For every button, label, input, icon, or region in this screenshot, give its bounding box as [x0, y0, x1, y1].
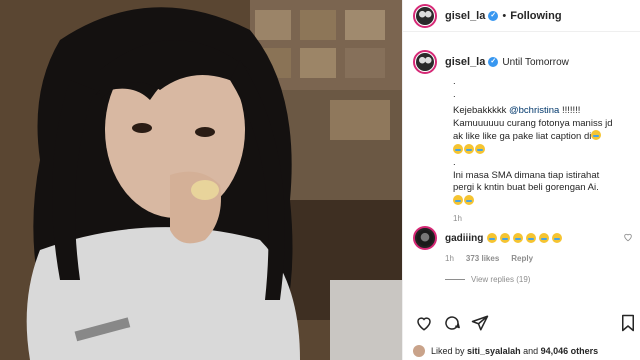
- crying-emoji-icon: [591, 130, 602, 140]
- comment: gadiiing 1h 373 likes Reply View replies…: [413, 226, 633, 284]
- post-header: gisel_la ✓ • Following: [403, 0, 640, 32]
- author-username[interactable]: gisel_la: [445, 10, 485, 22]
- avatar-image: [417, 230, 433, 246]
- caption: gisel_la ✓ Until Tomorrow . . Kejebakkkk…: [403, 48, 640, 223]
- share-icon[interactable]: [469, 312, 491, 334]
- caption-text: !!!!!!!: [561, 105, 581, 116]
- mention-link[interactable]: @bchristina: [509, 105, 559, 116]
- caption-line: .: [453, 157, 456, 168]
- header-separator: •: [502, 9, 507, 22]
- crying-emoji-icon: [539, 233, 550, 243]
- crying-emoji-icon: [552, 233, 563, 243]
- heart-icon[interactable]: [413, 312, 435, 334]
- likes-count[interactable]: 94,046 others: [541, 346, 599, 356]
- action-bar: [413, 312, 639, 334]
- caption-line: Ini masa SMA dimana tiap istirahat: [453, 169, 600, 181]
- verified-badge-icon: ✓: [488, 57, 499, 67]
- caption-text: ak like like ga pake liat caption di: [453, 131, 592, 142]
- crying-emoji-icon: [464, 143, 474, 154]
- liker-username[interactable]: siti_syalalah: [467, 346, 521, 356]
- crying-emoji-icon: [500, 233, 511, 243]
- comment-emojis: [487, 233, 563, 243]
- replies-divider: [445, 279, 465, 280]
- view-replies-label: View replies (19): [471, 275, 531, 284]
- crying-emoji-icon: [453, 143, 463, 154]
- post-sidebar: gisel_la ✓ • Following gisel_la ✓ Until …: [402, 0, 640, 360]
- verified-badge-icon: ✓: [488, 10, 499, 21]
- crying-emoji-icon: [526, 233, 537, 243]
- caption-title: Until Tomorrow: [502, 56, 569, 68]
- likes-prefix: Liked by: [431, 346, 465, 356]
- crying-emoji-icon: [513, 233, 524, 243]
- comment-icon[interactable]: [441, 312, 463, 334]
- commenter-username[interactable]: gadiiing: [445, 233, 483, 244]
- caption-username[interactable]: gisel_la: [445, 56, 485, 68]
- caption-line: Kejebakkkkk @bchristina !!!!!!!: [453, 105, 640, 118]
- crying-emoji-icon: [475, 143, 485, 154]
- caption-line: ak like like ga pake liat caption di: [453, 130, 640, 144]
- likes-summary: Liked by siti_syalalah and 94,046 others: [413, 345, 598, 357]
- caption-header: gisel_la ✓ Until Tomorrow: [413, 48, 640, 76]
- comment-like-heart-icon[interactable]: [623, 229, 633, 247]
- following-button[interactable]: Following: [510, 10, 561, 22]
- photo-illustration: [0, 0, 402, 360]
- crying-emoji-icon: [464, 194, 474, 205]
- caption-line: Kamuuuuuu curang fotonya maniss jd: [453, 117, 613, 129]
- comment-row: gadiiing: [413, 226, 633, 250]
- reply-button[interactable]: Reply: [511, 254, 533, 263]
- bookmark-icon[interactable]: [617, 312, 639, 334]
- comment-timestamp: 1h: [445, 254, 454, 263]
- caption-line: pergi k kntin buat beli gorengan Ai.: [453, 182, 599, 193]
- caption-emoji-line: [453, 194, 640, 209]
- commenter-avatar[interactable]: [413, 226, 437, 250]
- caption-text: Kejebakkkkk: [453, 105, 507, 116]
- instagram-post: gisel_la ✓ • Following gisel_la ✓ Until …: [0, 0, 640, 360]
- likes-middle: and: [523, 346, 539, 356]
- crying-emoji-icon: [453, 194, 463, 205]
- comment-meta: 1h 373 likes Reply: [445, 254, 633, 263]
- avatar-image: [416, 53, 434, 71]
- caption-avatar[interactable]: [413, 50, 437, 74]
- caption-line: .: [453, 76, 456, 87]
- avatar-image: [416, 6, 434, 25]
- post-photo[interactable]: [0, 0, 402, 360]
- caption-line: .: [453, 88, 456, 100]
- caption-timestamp: 1h: [453, 214, 462, 223]
- comment-likes[interactable]: 373 likes: [466, 254, 499, 263]
- caption-emoji-line: [453, 143, 640, 158]
- view-replies-button[interactable]: View replies (19): [445, 275, 633, 284]
- liker-avatar: [413, 345, 425, 357]
- author-avatar[interactable]: [413, 3, 437, 28]
- crying-emoji-icon: [487, 233, 498, 243]
- caption-body: . . Kejebakkkkk @bchristina !!!!!!! Kamu…: [453, 76, 640, 208]
